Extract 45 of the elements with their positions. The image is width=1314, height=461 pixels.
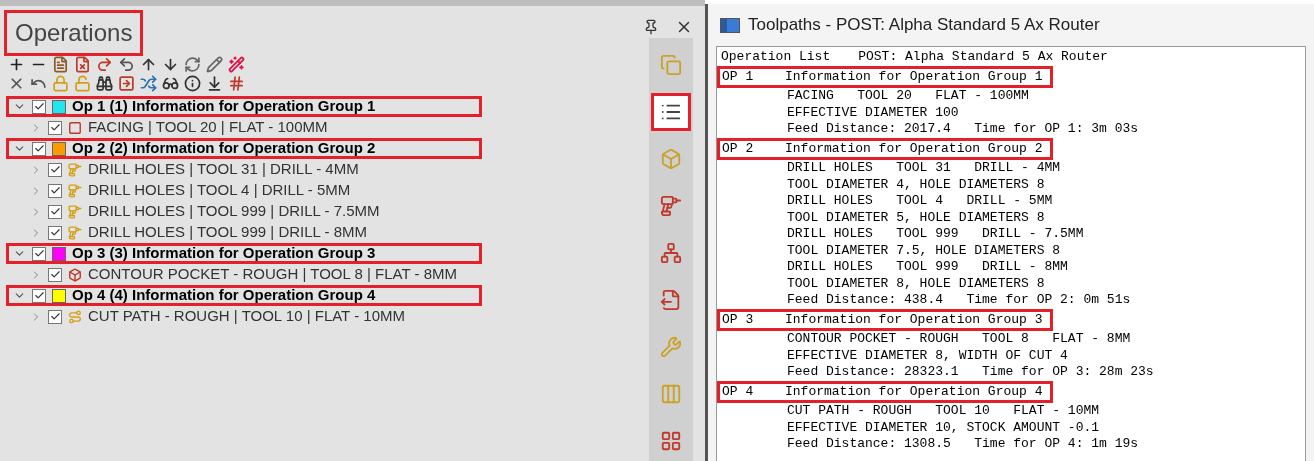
op-title: Information for Operation Group 3	[785, 311, 1043, 328]
report-line: EFFECTIVE DIAMETER 10, STOCK AMOUNT -0.1	[786, 419, 1101, 436]
report-line: EFFECTIVE DIAMETER 100	[786, 104, 960, 121]
operation-label[interactable]: DRILL HOLES | TOOL 999 | DRILL - 8MM	[88, 221, 367, 244]
report-line: Feed Distance: 438.4 Time for OP 2: 0m 51s	[786, 292, 1132, 309]
group-label: Op 4 (4) Information for Operation Group 4	[72, 285, 376, 306]
group-label: Op 3 (3) Information for Operation Group 3	[72, 243, 376, 264]
group-label: Op 2 (2) Information for Operation Group 2	[72, 138, 376, 159]
op-number: OP 1	[721, 68, 755, 85]
report-line: TOOL DIAMETER 8, HOLE DIAMETERS 8	[786, 275, 1046, 292]
report-line: DRILL HOLES TOOL 999 DRILL - 7.5MM	[786, 226, 1085, 243]
operation-label[interactable]: DRILL HOLES | TOOL 999 | DRILL - 7.5MM	[88, 200, 380, 223]
op-title: Information for Operation Group 4	[785, 383, 1043, 400]
op-number: OP 2	[721, 140, 755, 157]
op-number: OP 3	[721, 311, 755, 328]
report-line: TOOL DIAMETER 4, HOLE DIAMETERS 8	[786, 176, 1046, 193]
report-line: DRILL HOLES TOOL 31 DRILL - 4MM	[786, 160, 1062, 177]
window-title: Toolpaths - POST: Alpha Standard 5 Ax Router	[748, 14, 1100, 37]
report-line: DRILL HOLES TOOL 4 DRILL - 5MM	[786, 193, 1054, 210]
report-line: Feed Distance: 2017.4 Time for OP 1: 3m 03s	[786, 121, 1140, 138]
report-line: CONTOUR POCKET - ROUGH TOOL 8 FLAT - 8MM	[786, 331, 1132, 348]
group-row[interactable]: Op 3 (3) Information for Operation Group 3	[6, 243, 482, 264]
panel-title: Operations	[4, 10, 144, 56]
group-row[interactable]: Op 1 (1) Information for Operation Group 1	[6, 96, 482, 117]
report-header: Operation List	[721, 49, 831, 66]
report-line: FACING TOOL 20 FLAT - 100MM	[786, 88, 1030, 105]
op-number: OP 4	[721, 383, 755, 400]
report-line: Feed Distance: 1308.5 Time for OP 4: 1m 19s	[786, 436, 1140, 453]
operation-label[interactable]: DRILL HOLES | TOOL 4 | DRILL - 5MM	[88, 179, 351, 202]
group-row[interactable]: Op 2 (2) Information for Operation Group 2	[6, 138, 482, 159]
report-line: TOOL DIAMETER 7.5, HOLE DIAMETERS 8	[786, 242, 1062, 259]
report-line: EFFECTIVE DIAMETER 8, WIDTH OF CUT 4	[786, 347, 1069, 364]
op-title: Information for Operation Group 1	[785, 68, 1043, 85]
report-line: DRILL HOLES TOOL 999 DRILL - 8MM	[786, 259, 1069, 276]
operation-label[interactable]: CUT PATH - ROUGH | TOOL 10 | FLAT - 10MM	[88, 305, 405, 328]
report-line: TOOL DIAMETER 5, HOLE DIAMETERS 8	[786, 209, 1046, 226]
op-title: Information for Operation Group 2	[785, 140, 1043, 157]
operation-label[interactable]: CONTOUR POCKET - ROUGH | TOOL 8 | FLAT - 8MM	[88, 263, 457, 286]
group-row[interactable]: Op 4 (4) Information for Operation Group 4	[6, 285, 482, 306]
operation-label[interactable]: FACING | TOOL 20 | FLAT - 100MM	[88, 116, 328, 139]
post-name: POST: Alpha Standard 5 Ax Router	[858, 49, 1108, 66]
report-line: Feed Distance: 28323.1 Time for OP 3: 28m 23s	[786, 364, 1155, 381]
report-line: CUT PATH - ROUGH TOOL 10 FLAT - 10MM	[786, 403, 1101, 420]
group-label: Op 1 (1) Information for Operation Group 1	[72, 96, 376, 117]
operation-label[interactable]: DRILL HOLES | TOOL 31 | DRILL - 4MM	[88, 158, 359, 181]
